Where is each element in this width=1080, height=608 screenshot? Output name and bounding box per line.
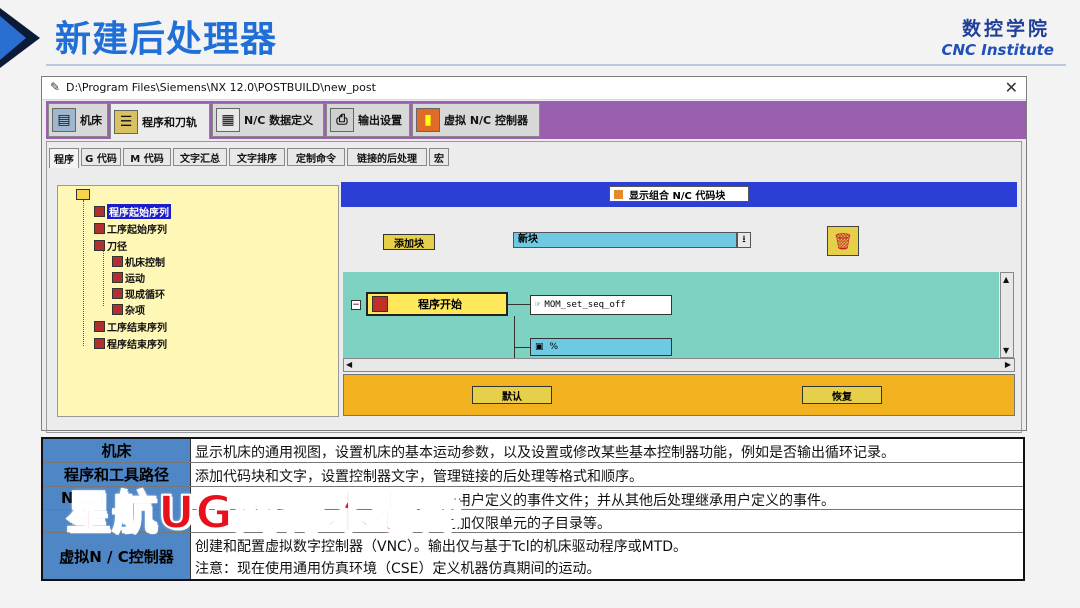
tree-node-misc[interactable]: 杂项: [112, 302, 145, 317]
window-titlebar[interactable]: ✎ D:\Program Files\Siemens\NX 12.0\POSTB…: [42, 77, 1026, 100]
close-icon[interactable]: ✕: [1005, 78, 1018, 97]
printer-icon: ⎙: [330, 108, 354, 132]
tab-controller-label: 虚拟 N/C 控制器: [444, 114, 528, 127]
add-block-button[interactable]: 添加块: [383, 234, 435, 250]
show-combined-label: 显示组合 N/C 代码块: [629, 190, 726, 202]
subtab-g-code[interactable]: G 代码: [81, 148, 121, 166]
sequence-icon: [112, 304, 123, 315]
tab-virtual-controller[interactable]: ▮ 虚拟 N/C 控制器: [412, 103, 540, 137]
sequence-icon: [94, 240, 105, 251]
command-icon: ☞: [535, 300, 541, 310]
row-header: 机床: [43, 439, 191, 462]
slide-title: 新建后处理器: [55, 19, 278, 60]
subtab-macro[interactable]: 宏: [429, 148, 449, 166]
row-text: 显示机床的通用视图，设置机床的基本运动参数，以及设置或修改某些基本控制器功能，例…: [195, 445, 895, 461]
tree-node-machine-control[interactable]: 机床控制: [112, 254, 165, 269]
program-start-block[interactable]: 程序开始: [366, 292, 508, 316]
tab-output-settings[interactable]: ⎙ 输出设置: [326, 103, 410, 137]
sequence-icon: [94, 321, 105, 332]
checkbox-icon: [614, 189, 623, 199]
tab-output-label: 输出设置: [358, 114, 402, 127]
mom-label: MOM_set_seq_off: [544, 300, 626, 310]
tree-node-operation-start[interactable]: 工序起始序列: [94, 221, 167, 236]
block-icon: ▣: [535, 342, 544, 352]
event-icon: [372, 296, 388, 312]
institute-logo-cn: 数控学院: [961, 18, 1050, 40]
row-text: 附加仅限单元的子目录等。: [443, 516, 611, 532]
tree-connector: [83, 200, 84, 346]
row-text-note: 注意：现在使用通用仿真环境（CSE）定义机器仿真期间的运动。: [195, 561, 601, 577]
mom-set-seq-off-block[interactable]: ☞ MOM_set_seq_off: [530, 295, 672, 315]
default-button[interactable]: 默认: [472, 386, 552, 404]
folder-icon: [76, 189, 90, 200]
tree-node-toolpath[interactable]: 刀径: [94, 238, 127, 253]
collapse-toggle[interactable]: −: [351, 300, 361, 310]
tree-connector: [103, 250, 104, 306]
show-combined-checkbox[interactable]: 显示组合 N/C 代码块: [609, 186, 749, 202]
tree-node-program-end[interactable]: 程序结束序列: [94, 336, 167, 351]
institute-logo-en: CNC Institute: [941, 41, 1055, 59]
subtab-m-code[interactable]: M 代码: [123, 148, 171, 166]
slide-arrow-icon: [0, 8, 40, 68]
action-area: 默认 恢复: [343, 374, 1015, 416]
restore-button[interactable]: 恢复: [802, 386, 882, 404]
title-divider: [46, 64, 1066, 66]
sequence-header-bar: 显示组合 N/C 代码块: [341, 182, 1017, 207]
program-start-label: 程序开始: [418, 298, 462, 311]
sequence-icon: [94, 338, 105, 349]
scroll-down-icon[interactable]: ▼: [1003, 346, 1009, 355]
scroll-up-icon[interactable]: ▲: [1003, 275, 1009, 284]
tree-node-motion[interactable]: 运动: [112, 270, 145, 285]
tree-node-program-start[interactable]: 程序起始序列: [94, 204, 171, 219]
row-text: 和用户定义的事件文件；并从其他后处理继承用户定义的事件。: [443, 493, 835, 509]
dropdown-arrow-icon[interactable]: ⭳: [737, 232, 751, 248]
tab-machine-label: 机床: [80, 114, 102, 127]
sequence-icon: [112, 256, 123, 267]
nc-data-icon: ▦: [216, 108, 240, 132]
subtab-linked-posts[interactable]: 链接的后处理: [347, 148, 427, 166]
sequence-tree: 程序起始序列 工序起始序列 刀径 机床控制 运动 现成循环 杂项 工序结束序列 …: [57, 185, 339, 417]
connector-line: [508, 304, 530, 305]
percent-block[interactable]: ▣ %: [530, 338, 672, 356]
feather-icon: ✎: [50, 80, 61, 94]
tree-node-canned-cycle[interactable]: 现成循环: [112, 286, 165, 301]
tab-program-toolpath[interactable]: ☰ 程序和刀轨: [110, 103, 210, 139]
watermark-text: 星航UG网青木老师: [65, 485, 464, 540]
subtab-word-sequence[interactable]: 文字排序: [229, 148, 285, 166]
connector-line: [514, 316, 515, 358]
tab-program-label: 程序和刀轨: [142, 115, 197, 129]
percent-label: %: [549, 342, 559, 352]
tab-nc-data-label: N/C 数据定义: [244, 114, 314, 127]
trash-icon[interactable]: 🗑: [827, 226, 859, 256]
sequence-icon: [112, 272, 123, 283]
subtab-program[interactable]: 程序: [49, 148, 79, 168]
program-icon: ☰: [114, 109, 138, 134]
tree-root[interactable]: [76, 189, 90, 200]
machine-icon: ▤: [52, 108, 76, 132]
table-row: 机床 显示机床的通用视图，设置机床的基本运动参数，以及设置或修改某些基本控制器功…: [43, 439, 1023, 463]
controller-icon: ▮: [416, 108, 440, 132]
scroll-left-icon[interactable]: ◀: [346, 360, 352, 369]
sequence-icon: [94, 206, 105, 217]
main-tab-bar: ▤ 机床 ☰ 程序和刀轨 ▦ N/C 数据定义 ⎙ 输出设置 ▮ 虚拟 N/C …: [46, 101, 1026, 139]
sequence-icon: [112, 288, 123, 299]
tab-machine[interactable]: ▤ 机床: [48, 103, 108, 137]
new-block-select[interactable]: 新块: [513, 232, 737, 248]
horizontal-scrollbar[interactable]: ◀ ▶: [343, 358, 1015, 372]
sequence-icon: [94, 223, 105, 234]
subtab-word-summary[interactable]: 文字汇总: [173, 148, 227, 166]
tab-nc-data[interactable]: ▦ N/C 数据定义: [212, 103, 324, 137]
window-path: D:\Program Files\Siemens\NX 12.0\POSTBUI…: [66, 81, 376, 94]
tree-node-operation-end[interactable]: 工序结束序列: [94, 319, 167, 334]
scroll-right-icon[interactable]: ▶: [1005, 360, 1011, 369]
vertical-scrollbar[interactable]: ▲ ▼: [1000, 272, 1014, 358]
subtab-custom-command[interactable]: 定制命令: [287, 148, 345, 166]
